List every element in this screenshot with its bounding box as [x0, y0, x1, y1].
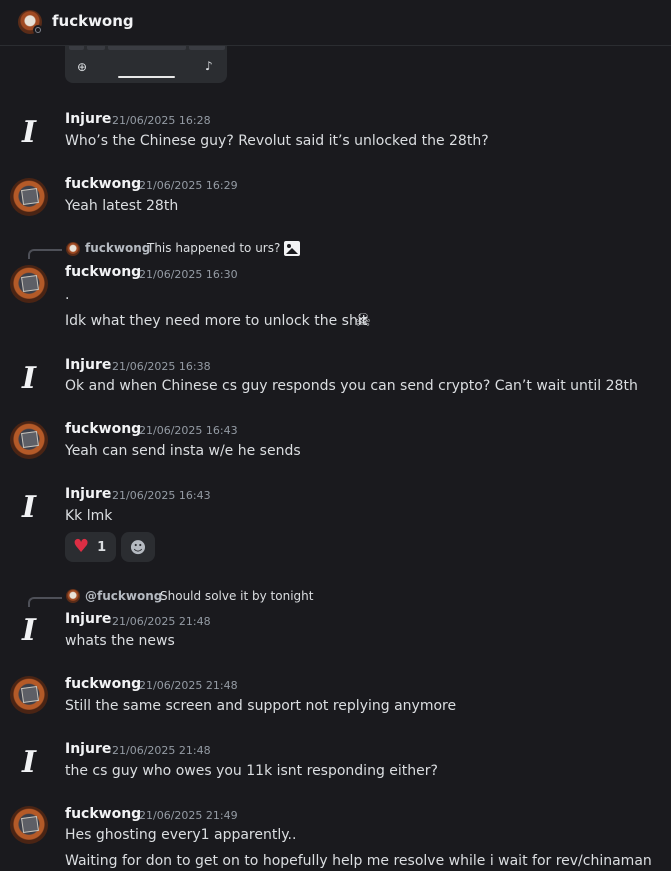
message-text: Hes ghosting every1 apparently.. — [65, 827, 297, 843]
message-author[interactable]: Injure — [65, 357, 111, 373]
message-text: Who’s the Chinese guy? Revolut said it’s… — [65, 133, 489, 149]
message-author[interactable]: fuckwong — [65, 421, 141, 437]
reply-author[interactable]: @fuckwong — [85, 589, 162, 603]
reply-text[interactable]: This happened to urs? — [147, 241, 280, 255]
avatar[interactable] — [10, 676, 48, 714]
message-text: Yeah can send insta w/e he sends — [65, 443, 301, 459]
message-timestamp: 21/06/2025 21:48 — [112, 744, 211, 757]
reaction-count: 1 — [97, 539, 107, 555]
avatar[interactable] — [10, 421, 48, 459]
image-icon — [284, 241, 300, 256]
message-text: Still the same screen and support not re… — [65, 698, 457, 714]
message-text: Kk lmk — [65, 508, 113, 524]
keyboard-key — [108, 46, 186, 50]
message-text: the cs guy who owes you 11k isnt respond… — [65, 763, 438, 779]
message-timestamp: 21/06/2025 16:30 — [139, 268, 238, 281]
dm-header: fuckwong — [0, 0, 671, 46]
reply-author[interactable]: fuckwong — [85, 241, 150, 255]
reply-connector — [28, 597, 62, 607]
keyboard-key — [189, 46, 225, 50]
message-timestamp: 21/06/2025 16:28 — [112, 114, 211, 127]
message-author[interactable]: fuckwong — [65, 806, 141, 822]
image-attachment[interactable]: ⊕ ♪ — [65, 46, 227, 83]
message-author[interactable]: fuckwong — [65, 176, 141, 192]
avatar[interactable] — [10, 806, 48, 844]
message-author[interactable]: fuckwong — [65, 676, 141, 692]
reply-connector — [28, 249, 62, 259]
skull-emoji: ☠ — [355, 310, 372, 331]
avatar[interactable]: I — [10, 113, 48, 151]
message-author[interactable]: Injure — [65, 611, 111, 627]
message-timestamp: 21/06/2025 16:43 — [139, 424, 238, 437]
keyboard-key — [69, 46, 84, 50]
message-author[interactable]: Injure — [65, 111, 111, 127]
message-timestamp: 21/06/2025 21:49 — [139, 809, 238, 822]
message-timestamp: 21/06/2025 16:43 — [112, 489, 211, 502]
avatar[interactable]: I — [10, 743, 48, 781]
message-timestamp: 21/06/2025 21:48 — [112, 615, 211, 628]
message-author[interactable]: fuckwong — [65, 264, 141, 280]
reply-text[interactable]: Should solve it by tonight — [160, 589, 313, 603]
avatar[interactable]: I — [10, 359, 48, 397]
home-indicator — [118, 76, 175, 78]
message-timestamp: 21/06/2025 16:38 — [112, 360, 211, 373]
avatar[interactable]: I — [10, 488, 48, 526]
message-author[interactable]: Injure — [65, 486, 111, 502]
reaction-heart[interactable]: ♥ 1 — [65, 532, 116, 562]
add-reaction-button[interactable]: ☻ — [121, 532, 155, 562]
message-author[interactable]: Injure — [65, 741, 111, 757]
page-title[interactable]: fuckwong — [52, 12, 134, 30]
avatar[interactable]: I — [10, 611, 48, 649]
avatar[interactable] — [10, 178, 48, 216]
avatar — [66, 589, 80, 603]
message-text: Idk what they need more to unlock the sh… — [65, 313, 368, 329]
message-timestamp: 21/06/2025 21:48 — [139, 679, 238, 692]
smiley-icon: ☻ — [129, 537, 147, 557]
message-text: . — [65, 287, 70, 303]
microphone-icon: ♪ — [205, 59, 213, 73]
keyboard-key — [87, 46, 105, 50]
message-text: Ok and when Chinese cs guy responds you … — [65, 378, 638, 394]
globe-icon: ⊕ — [77, 60, 88, 74]
avatar[interactable] — [10, 265, 48, 303]
avatar — [66, 242, 80, 256]
message-text: Waiting for don to get on to hopefully h… — [65, 853, 652, 869]
heart-icon: ♥ — [73, 536, 90, 557]
idle-status-icon — [33, 25, 43, 35]
message-text: Yeah latest 28th — [65, 198, 179, 214]
message-timestamp: 21/06/2025 16:29 — [139, 179, 238, 192]
message-text: whats the news — [65, 633, 175, 649]
